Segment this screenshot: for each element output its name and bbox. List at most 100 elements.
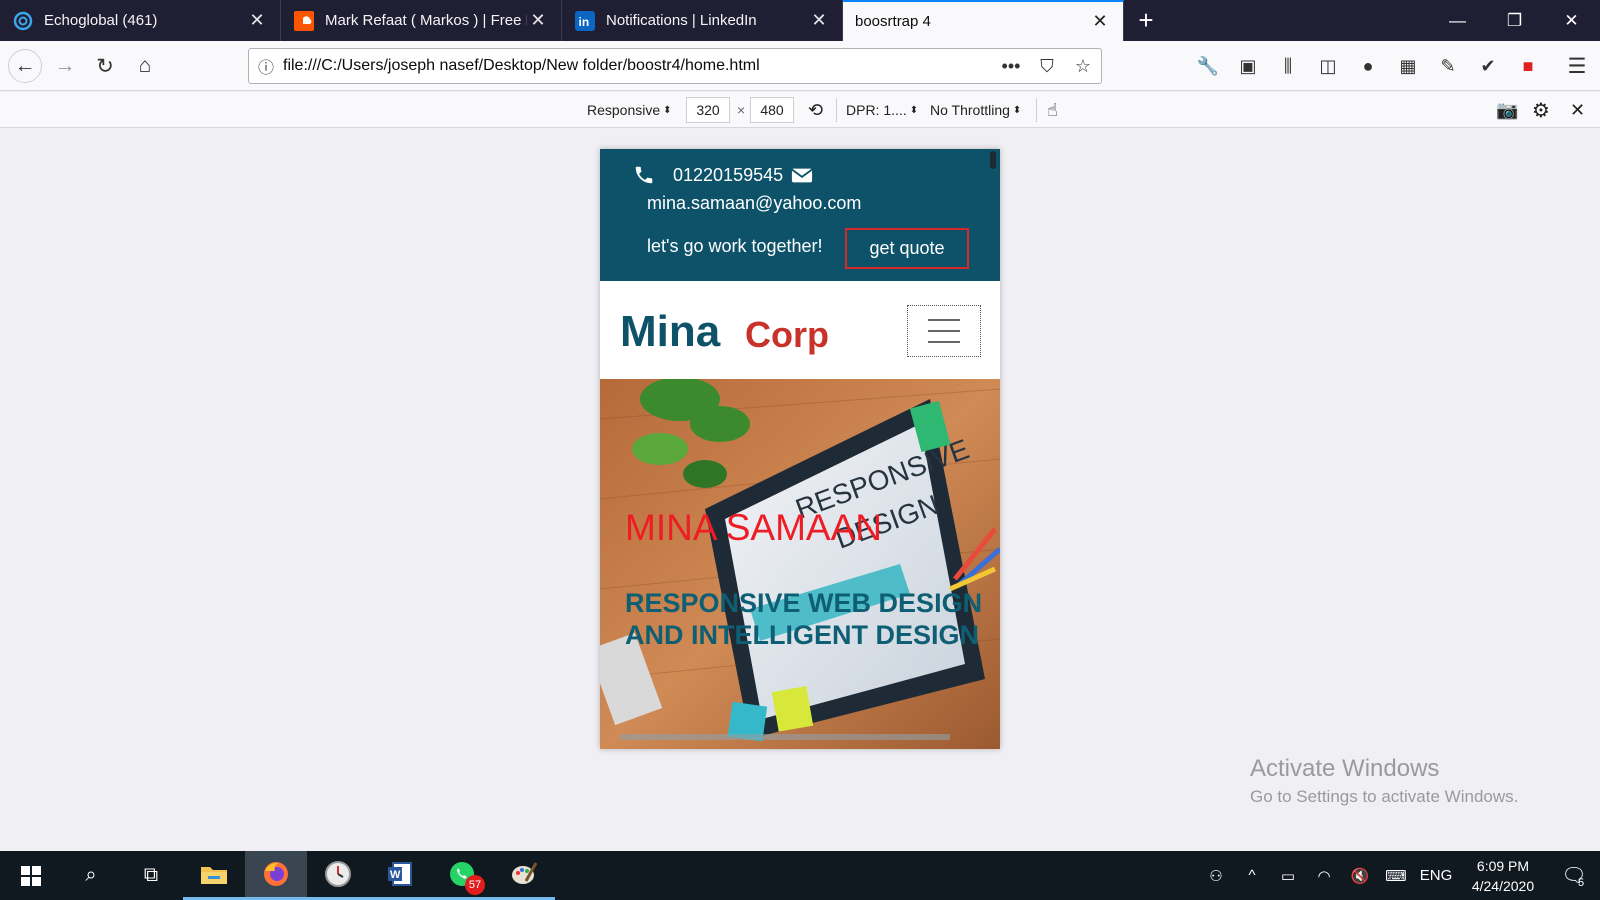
clock-app-icon[interactable]: [307, 851, 369, 900]
height-field[interactable]: 480: [750, 92, 794, 128]
clock-date: 4/24/2020: [1471, 877, 1535, 894]
reload-icon[interactable]: ↻: [88, 49, 122, 83]
height-input[interactable]: 480: [750, 97, 794, 123]
tab-linkedin[interactable]: in Notifications | LinkedIn ✕: [562, 0, 843, 41]
rotate-icon[interactable]: ⟲: [808, 92, 823, 128]
svg-text:W: W: [390, 869, 401, 881]
settings-gear-icon[interactable]: ⚙: [1532, 92, 1550, 128]
volume-muted-icon[interactable]: 🔇: [1342, 851, 1378, 900]
system-tray: ⚇ ^ ▭ ◠ 🔇 ⌨ ENG 6:09 PM 4/24/2020 🗨 5: [1198, 851, 1600, 900]
get-quote-button[interactable]: get quote: [845, 228, 969, 269]
close-rdm-icon[interactable]: ✕: [1570, 92, 1585, 128]
divider: [836, 98, 837, 122]
profile-extension-icon[interactable]: ▦: [1388, 50, 1428, 82]
touch-simulation-icon[interactable]: ☝: [1047, 92, 1058, 128]
word-icon[interactable]: W: [369, 851, 431, 900]
search-icon[interactable]: ⌕: [60, 851, 122, 900]
close-window-icon[interactable]: ✕: [1543, 0, 1600, 41]
device-selector[interactable]: Responsive ⬍: [587, 92, 672, 128]
svg-text:in: in: [579, 15, 590, 29]
tab-boosrtrap[interactable]: boosrtrap 4 ✕: [843, 0, 1124, 41]
tab-echoglobal[interactable]: Echoglobal (461) ✕: [0, 0, 281, 41]
tab-title: Echoglobal (461): [44, 12, 158, 29]
scrollbar[interactable]: [990, 151, 996, 169]
firefox-icon[interactable]: [245, 851, 307, 900]
url-text[interactable]: file:///C:/Users/joseph nasef/Desktop/Ne…: [283, 57, 993, 75]
dpr-selector[interactable]: DPR: 1.... ⬍: [846, 92, 918, 128]
wrench-icon[interactable]: 🔧: [1188, 50, 1228, 82]
tagline: let's go work together!: [647, 236, 823, 256]
dimension-separator: ×: [737, 102, 746, 118]
activate-windows-watermark: Activate Windows Go to Settings to activ…: [1250, 755, 1518, 807]
minimize-icon[interactable]: —: [1429, 0, 1486, 41]
hero-subtitle: RESPONSIVE WEB DESIGN AND INTELLIGENT DE…: [625, 588, 983, 650]
page-actions-icon[interactable]: •••: [993, 56, 1029, 77]
paint-icon[interactable]: [493, 851, 555, 900]
back-icon[interactable]: ←: [8, 49, 42, 83]
people-icon[interactable]: ⚇: [1198, 851, 1234, 900]
restore-icon[interactable]: ❐: [1486, 0, 1543, 41]
battery-icon[interactable]: ▭: [1270, 851, 1306, 900]
account-icon[interactable]: ●: [1348, 50, 1388, 82]
close-tab-icon[interactable]: ✕: [246, 10, 268, 31]
brand-name-second[interactable]: Corp: [745, 314, 829, 356]
width-field[interactable]: 320: [686, 92, 730, 128]
pdf-extension-icon[interactable]: ■: [1508, 50, 1548, 82]
sidebar-icon[interactable]: ◫: [1308, 50, 1348, 82]
start-icon[interactable]: [0, 851, 62, 900]
hero-title: MINA SAMAAN: [625, 507, 882, 548]
camera-icon[interactable]: 📷: [1496, 92, 1518, 128]
soundcloud-icon: [293, 10, 315, 32]
extension-toolbar: 🔧 ▣ ⫼ ◫ ● ▦ ✎ ✔ ■: [1188, 50, 1548, 82]
hero-banner: RESPONSIVE DESIGN MINA SAMAAN RESPONSIVE…: [600, 379, 1000, 749]
hamburger-menu-button[interactable]: [907, 305, 981, 357]
phone-icon: [635, 166, 653, 184]
brand-name-first[interactable]: Mina: [620, 307, 720, 357]
close-tab-icon[interactable]: ✕: [527, 10, 549, 31]
file-explorer-icon[interactable]: [183, 851, 245, 900]
home-icon[interactable]: ⌂: [128, 49, 162, 83]
responsive-viewport: 01220159545 mina.samaan@yahoo.com let's …: [600, 149, 1000, 749]
address-bar[interactable]: ⓘ file:///C:/Users/joseph nasef/Desktop/…: [248, 48, 1102, 84]
close-tab-icon[interactable]: ✕: [1089, 11, 1111, 32]
phone-number[interactable]: 01220159545: [673, 165, 783, 186]
wifi-icon[interactable]: ◠: [1306, 851, 1342, 900]
show-hidden-icons-icon[interactable]: ^: [1234, 851, 1270, 900]
library-icon[interactable]: ⫼: [1268, 50, 1308, 82]
keyboard-icon[interactable]: ⌨: [1378, 851, 1414, 900]
menu-bar: [928, 330, 960, 332]
tab-title: Notifications | LinkedIn: [606, 12, 757, 29]
notifications-icon[interactable]: 🗨 5: [1548, 851, 1600, 900]
envelope-icon: [791, 168, 813, 183]
clock[interactable]: 6:09 PM 4/24/2020: [1458, 856, 1548, 896]
navigation-toolbar: ← → ↻ ⌂ ⓘ file:///C:/Users/joseph nasef/…: [0, 41, 1600, 91]
tab-title: boosrtrap 4: [855, 13, 931, 30]
windows-taskbar: ⌕ ⧉ W 57 ⚇ ^ ▭ ◠ 🔇 ⌨ ENG 6:09 PM 4/24/20…: [0, 851, 1600, 900]
width-input[interactable]: 320: [686, 97, 730, 123]
tab-soundcloud[interactable]: Mark Refaat ( Markos ) | Free Li ✕: [281, 0, 562, 41]
linkedin-icon: in: [574, 10, 596, 32]
close-tab-icon[interactable]: ✕: [808, 10, 830, 31]
notifications-count: 5: [1578, 877, 1585, 889]
eyedropper-icon[interactable]: ✎: [1428, 50, 1468, 82]
forward-icon[interactable]: →: [48, 49, 82, 83]
language-indicator[interactable]: ENG: [1414, 851, 1458, 900]
menu-icon[interactable]: ☰: [1560, 49, 1594, 83]
screenshot-extension-icon[interactable]: ▣: [1228, 50, 1268, 82]
tab-title: Mark Refaat ( Markos ) | Free Li: [325, 12, 527, 29]
clock-time: 6:09 PM: [1476, 857, 1530, 874]
checkmark-extension-icon[interactable]: ✔: [1468, 50, 1508, 82]
dpr-label: DPR: 1....: [846, 102, 907, 118]
bookmark-star-icon[interactable]: ☆: [1065, 56, 1101, 77]
responsive-design-toolbar: Responsive ⬍ 320 × 480 ⟲ DPR: 1.... ⬍ No T…: [0, 92, 1600, 128]
new-tab-button[interactable]: +: [1124, 0, 1168, 41]
task-view-icon[interactable]: ⧉: [120, 851, 182, 900]
site-info-icon[interactable]: ⓘ: [249, 54, 283, 78]
whatsapp-icon[interactable]: 57: [431, 851, 493, 900]
throttling-selector[interactable]: No Throttling ⬍: [930, 92, 1021, 128]
pocket-icon[interactable]: ⛉: [1029, 56, 1065, 77]
navbar: Mina Corp: [600, 281, 1000, 379]
whatsapp-badge: 57: [465, 875, 485, 895]
email-address[interactable]: mina.samaan@yahoo.com: [647, 193, 861, 214]
contact-top-bar: 01220159545 mina.samaan@yahoo.com let's …: [600, 149, 1000, 281]
